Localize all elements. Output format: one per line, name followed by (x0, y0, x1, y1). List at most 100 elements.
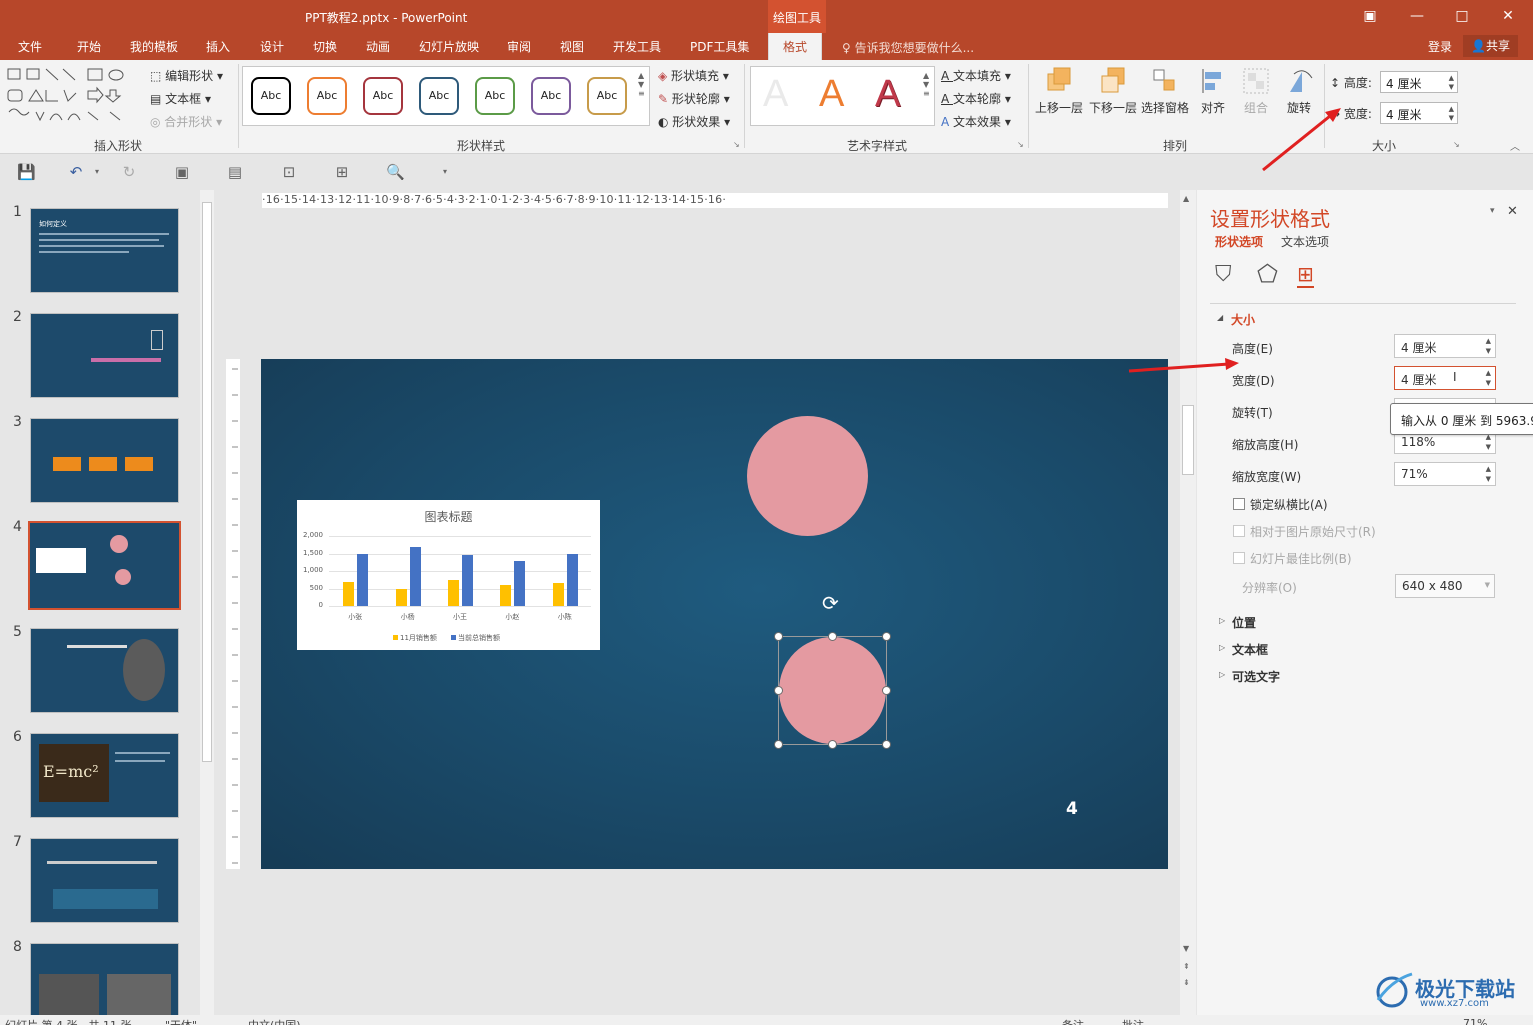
close-button[interactable]: ✕ (1498, 6, 1518, 26)
tab-review[interactable]: 审阅 (507, 38, 531, 55)
resize-handle-nw[interactable] (774, 632, 783, 641)
lock-aspect-checkbox[interactable] (1233, 498, 1245, 510)
circle-shape-top[interactable] (747, 416, 868, 536)
edit-shape-button[interactable]: ⬚ 编辑形状 ▾ (150, 67, 223, 84)
ribbon-width-input[interactable]: 4 厘米 ▲ ▼ (1380, 102, 1458, 124)
text-box-button[interactable]: ▤ 文本框 ▾ (150, 90, 211, 107)
tab-developer[interactable]: 开发工具 (613, 38, 661, 55)
share-button[interactable]: 👤共享 (1463, 35, 1518, 57)
spin-up-icon[interactable]: ▲ (1449, 74, 1454, 82)
tell-me-search[interactable]: ♀ 告诉我您想要做什么... (842, 39, 974, 56)
pane-options-icon[interactable]: ▾ (1490, 206, 1495, 216)
scale-width-input[interactable]: 71% ▲ ▼ (1394, 462, 1496, 486)
shape-style-7[interactable]: Abc (587, 77, 627, 115)
slide-thumbnail-3[interactable] (30, 418, 179, 503)
pane-close-icon[interactable]: ✕ (1507, 204, 1518, 219)
tab-slideshow[interactable]: 幻灯片放映 (419, 38, 479, 55)
minimize-button[interactable]: — (1407, 6, 1427, 26)
tab-file[interactable]: 文件 (18, 38, 42, 55)
resize-handle-n[interactable] (828, 632, 837, 641)
section-alt-text-header[interactable]: 可选文字 (1232, 668, 1280, 685)
tab-animations[interactable]: 动画 (366, 38, 390, 55)
layout-icon[interactable]: ▤ (226, 163, 244, 181)
section-size-header[interactable]: 大小 (1231, 311, 1255, 328)
width-input[interactable]: 4 厘米 I ▲ ▼ (1394, 366, 1496, 390)
text-fill-button[interactable]: A 文本填充 ▾ (941, 67, 1011, 84)
shape-style-3[interactable]: Abc (363, 77, 403, 115)
slide-thumbnail-2[interactable] (30, 313, 179, 398)
resolution-select[interactable]: 640 x 480 ▼ (1395, 574, 1495, 598)
height-input[interactable]: 4 厘米 ▲ ▼ (1394, 334, 1496, 358)
maximize-button[interactable]: □ (1452, 6, 1472, 26)
shape-style-5[interactable]: Abc (475, 77, 515, 115)
best-scale-checkbox[interactable] (1233, 552, 1245, 564)
thumbnails-scrollbar[interactable] (200, 190, 214, 1015)
merge-shapes-button[interactable]: ◎ 合并形状 ▾ (150, 113, 222, 130)
resize-handle-w[interactable] (774, 686, 783, 695)
bring-forward-button[interactable]: 上移一层 (1033, 66, 1085, 136)
gallery-scroll-icon[interactable]: ▲ ▼ ≡ (923, 71, 930, 98)
dialog-launcher-icon[interactable]: ↘ (1017, 140, 1024, 149)
comments-button[interactable]: 批注 (1122, 1017, 1144, 1025)
notes-button[interactable]: 备注 (1062, 1017, 1084, 1025)
undo-dropdown-icon[interactable]: ▾ (88, 163, 106, 181)
shape-effects-button[interactable]: ◐ 形状效果 ▾ (658, 113, 730, 130)
spin-down-icon[interactable]: ▼ (1486, 475, 1491, 483)
collapse-ribbon-icon[interactable]: ︿ (1510, 138, 1520, 153)
spin-up-icon[interactable]: ▲ (1449, 105, 1454, 113)
spin-down-icon[interactable]: ▼ (1486, 379, 1491, 387)
align-button[interactable]: 对齐 (1193, 66, 1233, 136)
spin-up-icon[interactable]: ▲ (1486, 337, 1491, 345)
zoom-level[interactable]: 71% (1463, 1017, 1487, 1025)
slide-thumbnail-8[interactable] (30, 943, 179, 1015)
spin-down-icon[interactable]: ▼ (1486, 347, 1491, 355)
shapes-gallery[interactable] (6, 66, 144, 130)
tab-insert[interactable]: 插入 (206, 38, 230, 55)
wordart-gallery[interactable]: A A A ▲ ▼ ≡ (750, 66, 935, 126)
chart-object[interactable]: 图表标题 2,000 1,500 1,000 500 0 小张 小杨 小王 小赵 小陈 11月销售额… (297, 500, 600, 650)
resize-handle-s[interactable] (828, 740, 837, 749)
previous-slide-icon[interactable]: ⇞ (1183, 962, 1190, 971)
scrollbar-thumb[interactable] (202, 202, 212, 762)
resize-handle-ne[interactable] (882, 632, 891, 641)
new-slide-icon[interactable]: ▣ (173, 163, 191, 181)
send-backward-button[interactable]: 下移一层 (1087, 66, 1139, 136)
tab-home[interactable]: 开始 (77, 38, 101, 55)
shape-outline-button[interactable]: ✎ 形状轮廓 ▾ (658, 90, 730, 107)
dialog-launcher-icon[interactable]: ↘ (1453, 140, 1460, 149)
undo-icon[interactable]: ↶ (67, 163, 85, 181)
relative-original-checkbox[interactable] (1233, 525, 1245, 537)
tab-text-options[interactable]: 文本选项 (1281, 233, 1329, 250)
shape-style-4[interactable]: Abc (419, 77, 459, 115)
language[interactable]: 中文(中国) (248, 1017, 301, 1025)
section-textbox-header[interactable]: 文本框 (1232, 641, 1268, 658)
wordart-style-2[interactable]: A (819, 73, 844, 116)
section-position-header[interactable]: 位置 (1232, 614, 1256, 631)
next-slide-icon[interactable]: ⇟ (1183, 978, 1190, 987)
fill-line-icon[interactable]: ⛉ (1215, 262, 1232, 287)
shape-style-6[interactable]: Abc (531, 77, 571, 115)
resize-handle-sw[interactable] (774, 740, 783, 749)
customize-qat-icon[interactable]: ▾ (436, 163, 454, 181)
spin-up-icon[interactable]: ▲ (1486, 465, 1491, 473)
tab-shape-options[interactable]: 形状选项 (1215, 233, 1263, 250)
login-link[interactable]: 登录 (1428, 38, 1452, 55)
tab-transitions[interactable]: 切换 (313, 38, 337, 55)
slideshow-icon[interactable]: ⊡ (280, 163, 298, 181)
tab-my-templates[interactable]: 我的模板 (130, 38, 178, 55)
dialog-launcher-icon[interactable]: ↘ (733, 140, 740, 149)
tab-pdf-tools[interactable]: PDF工具集 (690, 38, 749, 55)
slide-thumbnail-1[interactable]: 如何定义 (30, 208, 179, 293)
redo-icon[interactable]: ↻ (120, 163, 138, 181)
shape-styles-gallery[interactable]: Abc Abc Abc Abc Abc Abc Abc ▲ ▼ ≡ (242, 66, 650, 126)
text-effects-button[interactable]: A 文本效果 ▾ (941, 113, 1011, 130)
spin-up-icon[interactable]: ▲ (1486, 369, 1491, 377)
size-properties-icon[interactable]: ⊞ (1297, 262, 1314, 288)
spin-down-icon[interactable]: ▼ (1486, 443, 1491, 451)
current-slide[interactable]: 图表标题 2,000 1,500 1,000 500 0 小张 小杨 小王 小赵 小陈 11月销售额… (261, 359, 1168, 869)
slide-thumbnail-5[interactable] (30, 628, 179, 713)
slide-thumbnail-6[interactable]: E=mc² (30, 733, 179, 818)
present-icon[interactable]: ⊞ (333, 163, 351, 181)
effects-pentagon-icon[interactable]: ⬠ (1257, 260, 1278, 288)
scrollbar-thumb[interactable] (1182, 405, 1194, 475)
